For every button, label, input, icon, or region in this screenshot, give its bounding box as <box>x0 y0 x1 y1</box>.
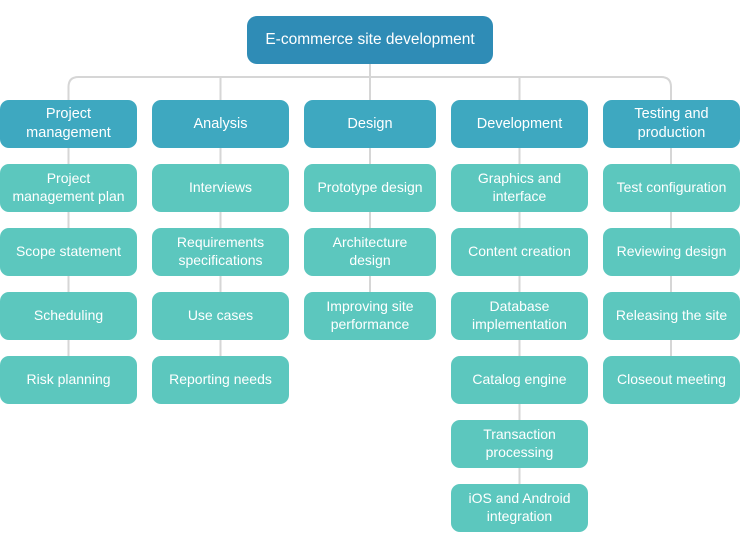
phase-node-project-management[interactable]: Project management <box>0 100 137 148</box>
task-node-database-implementation[interactable]: Database implementation <box>451 292 588 340</box>
task-node-transaction-processing[interactable]: Transaction processing <box>451 420 588 468</box>
task-node-interviews[interactable]: Interviews <box>152 164 289 212</box>
connector-bracket <box>67 76 672 100</box>
task-node-test-configuration[interactable]: Test configuration <box>603 164 740 212</box>
task-node-requirements-specifications[interactable]: Requirements specifications <box>152 228 289 276</box>
phase-node-analysis[interactable]: Analysis <box>152 100 289 148</box>
root-node[interactable]: E-commerce site development <box>247 16 493 64</box>
task-node-reviewing-design[interactable]: Reviewing design <box>603 228 740 276</box>
task-node-graphics-and-interface[interactable]: Graphics and interface <box>451 164 588 212</box>
phase-node-development[interactable]: Development <box>451 100 588 148</box>
task-node-use-cases[interactable]: Use cases <box>152 292 289 340</box>
phase-node-testing-and-production[interactable]: Testing and production <box>603 100 740 148</box>
task-node-prototype-design[interactable]: Prototype design <box>304 164 436 212</box>
task-node-ios-and-android-integration[interactable]: iOS and Android integration <box>451 484 588 532</box>
task-node-project-management-plan[interactable]: Project management plan <box>0 164 137 212</box>
phase-node-design[interactable]: Design <box>304 100 436 148</box>
wbs-diagram: E-commerce site development Project mana… <box>0 0 740 548</box>
task-node-content-creation[interactable]: Content creation <box>451 228 588 276</box>
task-node-catalog-engine[interactable]: Catalog engine <box>451 356 588 404</box>
task-node-improving-site-performance[interactable]: Improving site performance <box>304 292 436 340</box>
task-node-closeout-meeting[interactable]: Closeout meeting <box>603 356 740 404</box>
task-node-architecture-design[interactable]: Architecture design <box>304 228 436 276</box>
task-node-reporting-needs[interactable]: Reporting needs <box>152 356 289 404</box>
task-node-scope-statement[interactable]: Scope statement <box>0 228 137 276</box>
task-node-releasing-the-site[interactable]: Releasing the site <box>603 292 740 340</box>
task-node-scheduling[interactable]: Scheduling <box>0 292 137 340</box>
task-node-risk-planning[interactable]: Risk planning <box>0 356 137 404</box>
